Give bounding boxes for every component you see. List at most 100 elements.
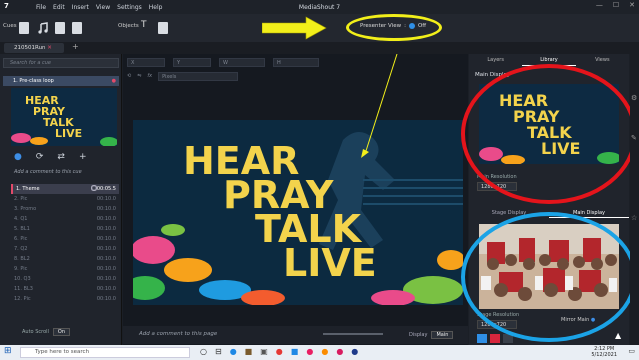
system-clock[interactable]: 2:12 PM 5/12/2021 — [591, 346, 617, 358]
bible-cue-icon[interactable] — [72, 22, 82, 34]
chrome-icon[interactable]: ● — [276, 347, 283, 356]
outlook-icon[interactable]: ■ — [291, 347, 299, 356]
cue-page-duration: 00:05.5 — [91, 185, 116, 192]
cue-comment-field[interactable]: Add a comment to this cue — [14, 169, 82, 175]
cue-status-icon[interactable]: ● — [14, 152, 22, 162]
app-icon-pink[interactable]: ● — [306, 347, 313, 356]
cue-page-duration: 00:10.0 — [91, 185, 116, 292]
store-icon[interactable]: ▣ — [260, 347, 268, 356]
cue-thumbnail[interactable]: HEAR PRAY TALK LIVE — [11, 88, 117, 146]
annotation-red-ellipse — [461, 64, 637, 204]
new-cue-icon[interactable] — [19, 22, 29, 34]
taskbar-search-input[interactable]: Type here to search — [20, 347, 190, 358]
cue-page-row[interactable]: 4. Q1 00:10.0 — [11, 185, 119, 224]
star-icon[interactable]: ☆ — [631, 214, 637, 222]
duration-text: 00:10.0 — [96, 206, 116, 212]
add-tab-icon[interactable]: + — [72, 42, 79, 51]
record-button[interactable] — [490, 334, 500, 343]
flip-icon[interactable]: ⇋ — [137, 73, 141, 79]
file-explorer-icon[interactable]: ■ — [245, 347, 253, 356]
music-cue-icon[interactable] — [38, 22, 48, 34]
cue-page-row[interactable]: 6. Pic 00:10.0 — [11, 185, 119, 244]
image-object-icon[interactable] — [158, 22, 168, 34]
cue-page-duration: 00:10.0 — [91, 185, 116, 222]
tab-views[interactable]: Views — [576, 54, 629, 66]
cue-page-row[interactable]: 7. Q2 00:10.0 — [11, 185, 119, 254]
units-select[interactable]: Pixels — [158, 71, 239, 81]
cue-page-row[interactable]: 1. Theme 00:05.5 — [11, 184, 119, 194]
duration-text: 00:10.0 — [96, 276, 116, 282]
w-field[interactable]: W — [219, 58, 265, 67]
mediashout-taskbar-icon[interactable]: ● — [351, 347, 358, 356]
cue-page-row[interactable]: 8. BL2 00:10.0 — [11, 185, 119, 264]
text-object-icon[interactable]: T — [141, 20, 147, 30]
fx-icon[interactable]: fx — [147, 73, 152, 79]
side-tool-strip: ⚙ ✎ ☆ — [630, 54, 639, 345]
zoom-slider[interactable] — [323, 333, 383, 335]
cues-label: Cues — [3, 23, 17, 29]
cue-header[interactable]: 1. Pre-class loop ● — [3, 76, 119, 86]
cue-page-label: 4. Q1 — [14, 216, 28, 222]
cue-page-row[interactable]: 2. Pic 00:10.0 — [11, 185, 119, 204]
cue-page-duration: 00:10.0 — [91, 185, 116, 242]
edit-icon[interactable]: ✎ — [631, 134, 637, 142]
cue-page-row[interactable]: 10. Q3 00:10.0 — [11, 185, 119, 284]
cue-page-duration: 00:10.0 — [91, 185, 116, 262]
format-row: ⟲ ⇋ fx Pixels — [127, 71, 239, 81]
svg-text:LIVE: LIVE — [283, 241, 377, 285]
windows-start-icon[interactable]: ⊞ — [4, 346, 12, 356]
app-icon-orange[interactable]: ● — [321, 347, 328, 356]
edge-icon[interactable]: ● — [230, 347, 237, 356]
cue-page-row[interactable]: 3. Promo 00:10.0 — [11, 185, 119, 214]
rotate-icon[interactable]: ⟲ — [127, 73, 131, 79]
y-field[interactable]: Y — [173, 58, 211, 67]
document-tab-row: 210501Run ✕ + — [0, 42, 639, 54]
close-icon[interactable]: ✕ — [629, 1, 635, 9]
cue-page-label: 12. Pic — [14, 296, 31, 302]
shuffle-icon[interactable]: ⇄ — [57, 152, 65, 162]
cue-page-label: 6. Pic — [14, 236, 28, 242]
notification-icon[interactable]: ▭ — [628, 347, 635, 355]
page-comment-bar: Add a comment to this page Display Main — [123, 326, 468, 344]
minimize-icon[interactable]: — — [596, 1, 603, 9]
output-panel: Layers Library Views Main Display HEAR P… — [461, 54, 637, 345]
cue-close-icon[interactable]: ● — [112, 76, 116, 86]
add-page-icon[interactable]: + — [79, 152, 87, 162]
cue-page-row[interactable]: 12. Pic 00:10.0 — [11, 185, 119, 304]
slide-canvas[interactable]: HEAR PRAY TALK LIVE — [133, 120, 463, 305]
cue-page-label: 8. BL2 — [14, 256, 30, 262]
cue-page-label: 1. Theme — [16, 186, 40, 192]
auto-scroll-toggle[interactable]: On — [52, 328, 71, 336]
x-field[interactable]: X — [127, 58, 165, 67]
clock-icon — [91, 185, 97, 191]
tab-layers[interactable]: Layers — [469, 54, 522, 66]
cue-page-row[interactable]: 9. Pic 00:10.0 — [11, 185, 119, 274]
h-field[interactable]: H — [273, 58, 319, 67]
play-button[interactable] — [477, 334, 487, 343]
duration-text: 00:10.0 — [96, 226, 116, 232]
task-view-icon[interactable]: ○ — [200, 347, 207, 356]
maximize-icon[interactable]: ☐ — [613, 1, 619, 9]
display-select[interactable]: Display Main — [409, 331, 454, 339]
duration-text: 00:10.0 — [96, 246, 116, 252]
media-cue-icon[interactable] — [55, 22, 65, 34]
app-icon-red[interactable]: ● — [336, 347, 343, 356]
cue-page-label: 11. BL3 — [14, 286, 33, 292]
tab-210501run[interactable]: 210501Run ✕ — [4, 43, 64, 53]
cue-search-input[interactable]: Search for a cue — [3, 58, 119, 68]
tab-close-icon[interactable]: ✕ — [47, 45, 52, 51]
transport-controls — [477, 334, 513, 343]
cue-page-row[interactable]: 5. BL1 00:10.0 — [11, 185, 119, 234]
cue-list-panel: Search for a cue 1. Pre-class loop ● HEA… — [0, 54, 122, 345]
cue-page-duration: 00:10.0 — [91, 185, 116, 212]
page-list: 1. Theme 00:05.5 2. Pic 00:10.0 3. Promo 00:1… — [11, 184, 119, 304]
slide-thumbnail-image: HEAR PRAY TALK LIVE — [11, 88, 117, 146]
widgets-icon[interactable]: ⊟ — [215, 347, 222, 356]
page-comment-field[interactable]: Add a comment to this page — [139, 331, 217, 337]
cue-page-label: 2. Pic — [14, 196, 28, 202]
settings-icon[interactable]: ⚙ — [631, 94, 637, 102]
loop-icon[interactable]: ⟳ — [36, 152, 44, 162]
title-bar: 7 File Edit Insert View Settings Help Me… — [0, 0, 639, 14]
cue-page-row[interactable]: 11. BL3 00:10.0 — [11, 185, 119, 294]
taskbar-apps: ○ ⊟ ● ■ ▣ ● ■ ● ● ● ● — [200, 347, 358, 356]
